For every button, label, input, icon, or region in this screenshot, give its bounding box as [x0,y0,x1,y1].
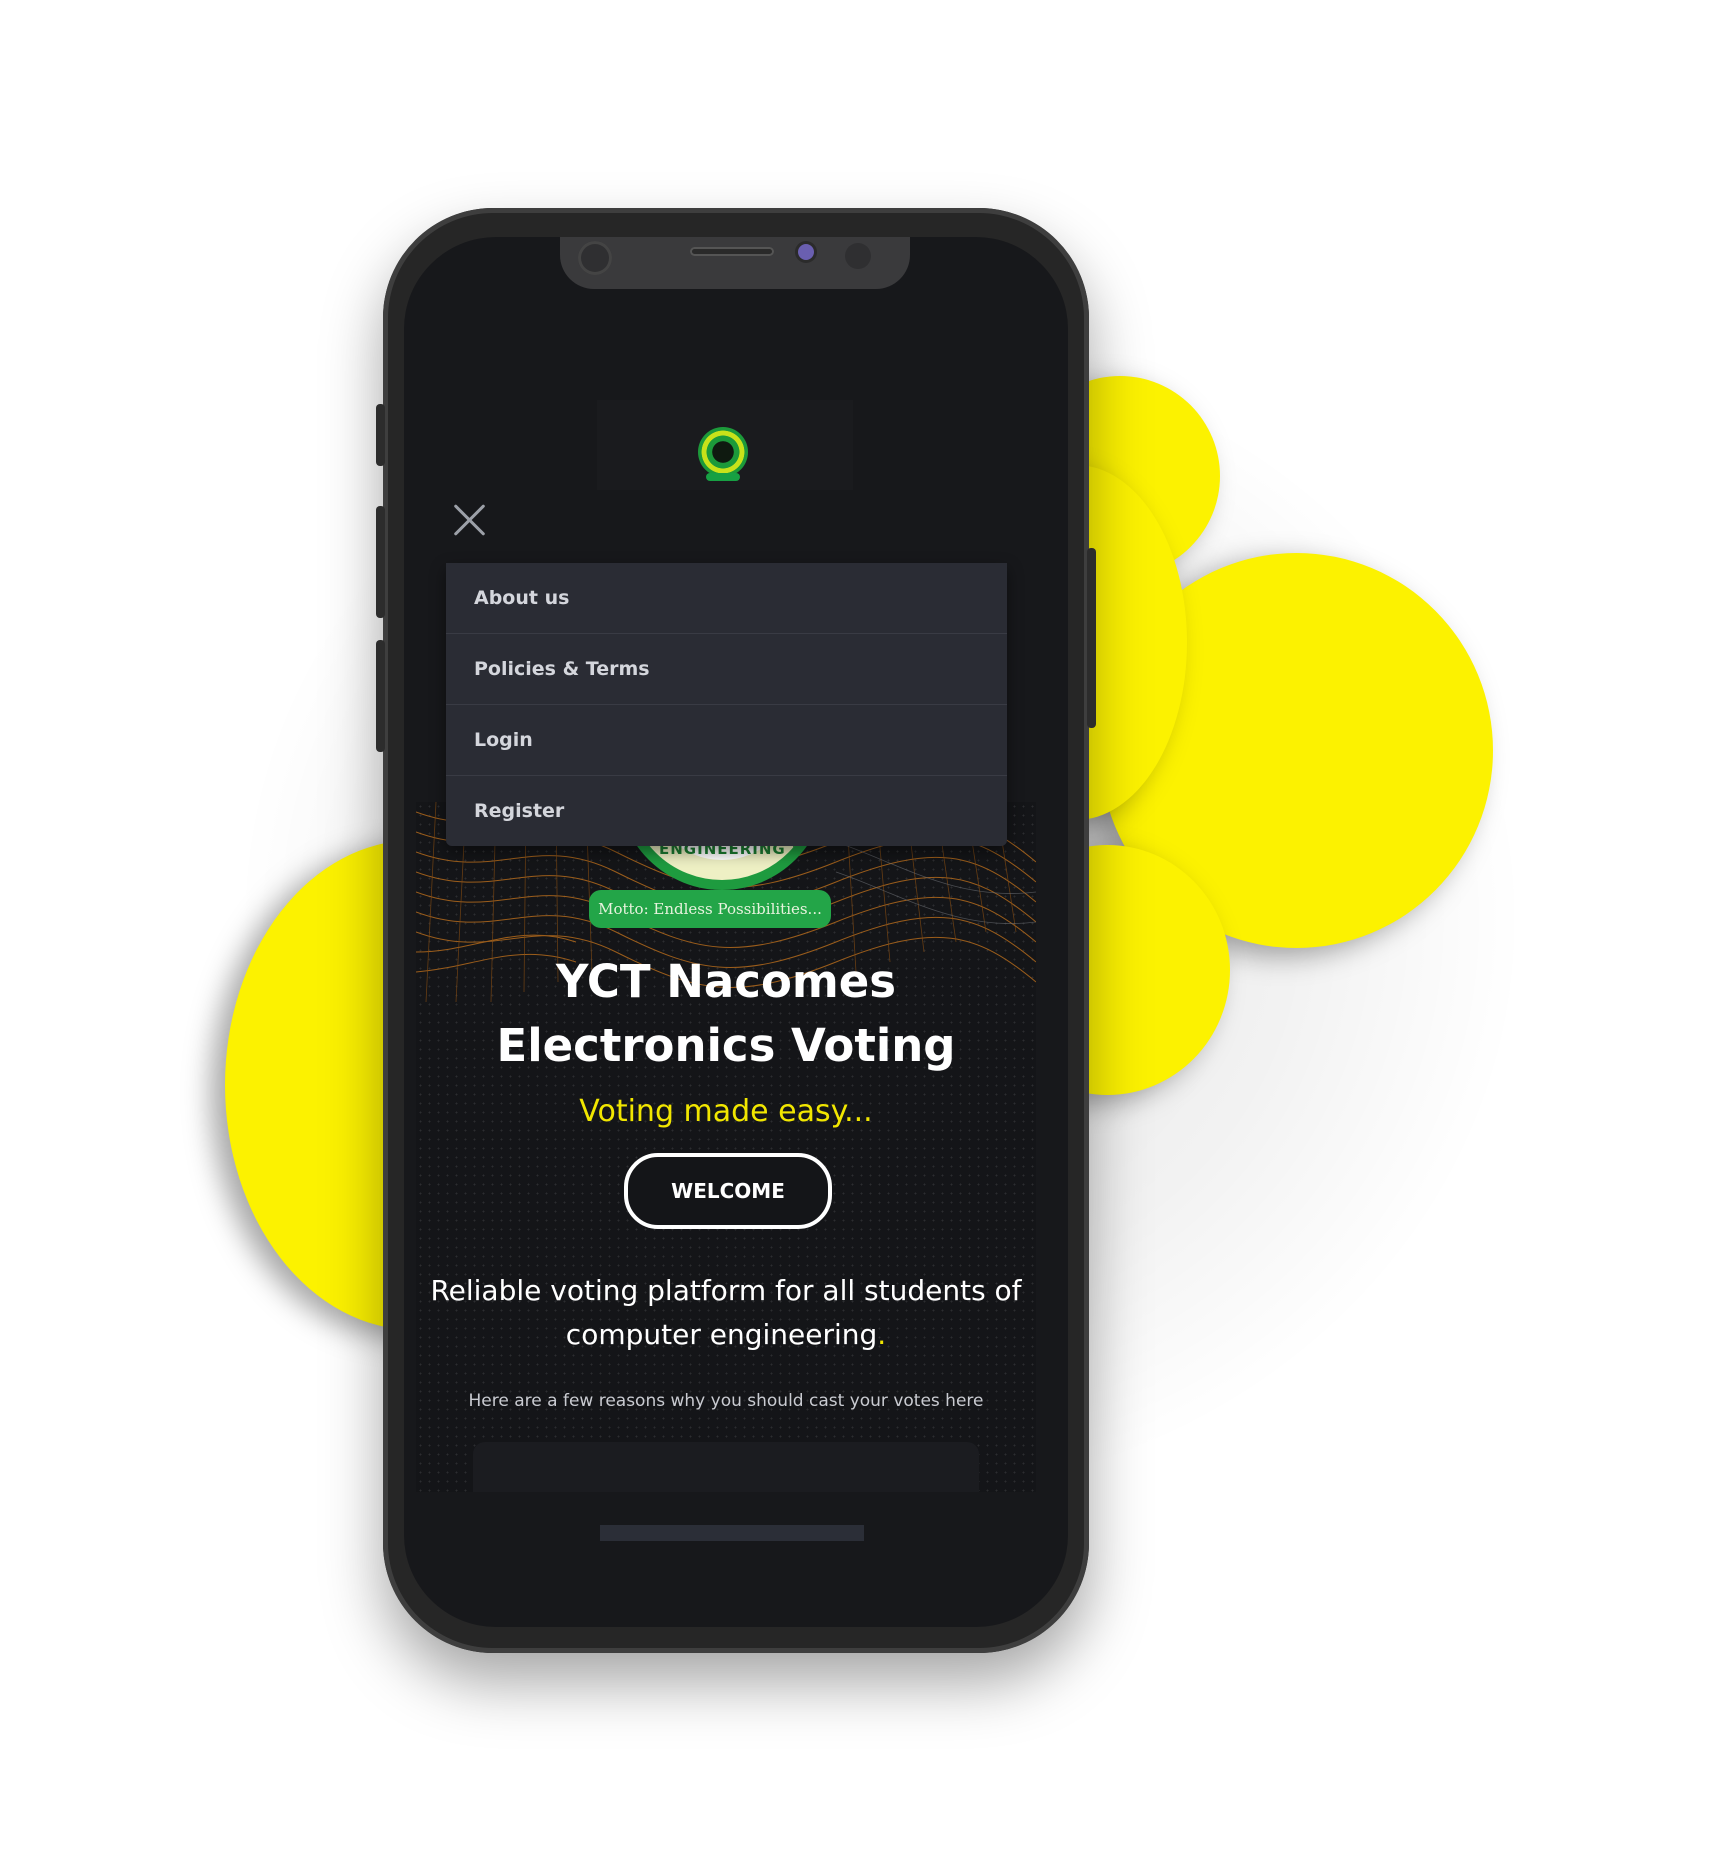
power-button [1087,548,1096,728]
title-line-2: Electronics Voting [496,1019,956,1072]
nacomes-logo-icon[interactable] [698,427,748,481]
phone-screen: About us Policies & Terms Login Register [404,237,1068,1627]
description-end-dot: . [877,1318,887,1351]
proximity-sensor-icon [798,244,814,260]
earpiece-speaker [690,247,774,256]
close-icon[interactable] [452,503,486,537]
tagline: Voting made easy... [579,1094,873,1129]
home-indicator [600,1525,864,1541]
hero-section: ER ENGINEERING ST Motto: Endless Possibi… [416,682,1036,1492]
menu-item-about-us[interactable]: About us [446,563,1007,634]
welcome-button[interactable]: WELCOME [624,1153,832,1229]
front-camera-icon [578,241,612,275]
mute-switch [376,404,385,466]
description-line-2: computer engineering [565,1318,878,1351]
nav-menu: About us Policies & Terms Login Register [446,563,1007,846]
mockup-stage: About us Policies & Terms Login Register [0,0,1730,1873]
page-title: YCT Nacomes Electronics Voting [416,950,1036,1078]
title-line-1: YCT Nacomes [555,955,897,1008]
sensor-dot-icon [845,243,871,269]
motto-banner: Motto: Endless Possibilities... [589,890,831,928]
hero-description: Reliable voting platform for all student… [416,1269,1036,1357]
menu-item-register[interactable]: Register [446,776,1007,846]
phone-notch [560,237,910,289]
description-line-1: Reliable voting platform for all student… [430,1274,1022,1307]
menu-item-policies-terms[interactable]: Policies & Terms [446,634,1007,705]
menu-item-login[interactable]: Login [446,705,1007,776]
reason-card [473,1442,979,1492]
volume-up-button [376,506,385,618]
volume-down-button [376,640,385,752]
reasons-intro: Here are a few reasons why you should ca… [468,1391,984,1411]
phone-frame: About us Policies & Terms Login Register [376,208,1096,1653]
